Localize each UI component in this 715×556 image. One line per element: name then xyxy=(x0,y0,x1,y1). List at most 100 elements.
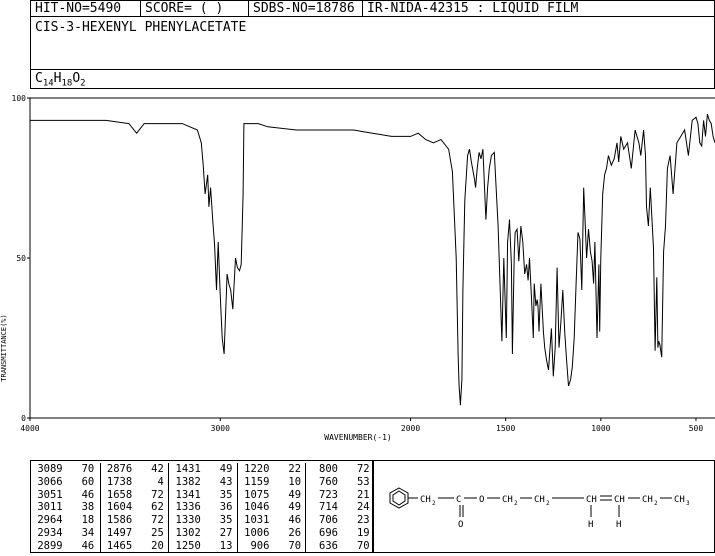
peak-transmittance: 49 xyxy=(269,488,302,501)
svg-text:2: 2 xyxy=(546,500,550,507)
peak-column: 1220 22 1159 10 1075 49 1046 49 1031 46 … xyxy=(236,463,306,552)
peak-transmittance: 34 xyxy=(62,526,95,539)
peak-wavenumber: 714 xyxy=(306,501,338,514)
peak-transmittance: 18 xyxy=(62,514,95,527)
peak-transmittance: 62 xyxy=(132,501,164,514)
peak-row: 1250 13 xyxy=(169,540,237,553)
peak-wavenumber: 2934 xyxy=(31,526,63,539)
peak-transmittance: 53 xyxy=(338,475,370,488)
peak-column: 800 72 760 53 723 21 714 24 706 23 696 1… xyxy=(305,463,374,552)
peak-wavenumber: 1465 xyxy=(100,539,133,552)
divider xyxy=(31,69,714,70)
peak-row: 1604 62 xyxy=(101,501,169,514)
peak-row: 1302 27 xyxy=(169,527,237,540)
peak-wavenumber: 3011 xyxy=(31,501,63,514)
ir-nida-label: IR-NIDA-42315 : LIQUID FILM xyxy=(362,0,715,17)
svg-text:2: 2 xyxy=(514,500,518,507)
ir-spectrum-chart: 0 50 100 4000 3000 2000 1500 1000 500 WAVENUMBE… xyxy=(0,94,715,442)
peak-wavenumber: 2964 xyxy=(31,514,63,527)
peak-wavenumber: 1302 xyxy=(169,526,201,539)
peak-transmittance: 22 xyxy=(269,463,302,475)
spectrum-line xyxy=(30,113,715,406)
peak-transmittance: 70 xyxy=(338,539,370,552)
svg-text:CH: CH xyxy=(674,495,685,505)
peak-transmittance: 36 xyxy=(200,501,233,514)
peak-wavenumber: 1497 xyxy=(100,526,133,539)
hit-number-label: HIT-NO=5490 xyxy=(30,0,141,17)
peak-transmittance: 38 xyxy=(62,501,95,514)
peak-row: 2964 18 xyxy=(31,514,99,527)
svg-text:CH: CH xyxy=(642,495,653,505)
peak-transmittance: 35 xyxy=(200,488,233,501)
peak-transmittance: 35 xyxy=(200,514,233,527)
peak-column: 1431 49 1382 43 1341 35 1336 36 1330 35 … xyxy=(168,463,237,552)
molecular-formula: C14H18O2 xyxy=(35,71,86,89)
ch2-label: CH xyxy=(420,495,431,505)
peak-wavenumber: 1250 xyxy=(169,539,201,552)
svg-text:2: 2 xyxy=(654,500,658,507)
formula-subscript: 18 xyxy=(61,78,73,89)
peak-transmittance: 49 xyxy=(200,463,233,475)
peak-wavenumber: 1046 xyxy=(237,501,270,514)
peak-transmittance: 42 xyxy=(132,463,164,475)
peak-transmittance: 21 xyxy=(338,488,370,501)
peak-row: 723 21 xyxy=(306,489,374,502)
peak-row: 636 70 xyxy=(306,540,374,553)
svg-text:CH: CH xyxy=(614,495,625,505)
peak-transmittance: 23 xyxy=(338,514,370,527)
peak-row: 706 23 xyxy=(306,514,374,527)
peak-wavenumber: 1159 xyxy=(237,475,270,488)
peak-row: 1046 49 xyxy=(238,501,306,514)
peak-wavenumber: 3066 xyxy=(31,475,63,488)
peak-row: 1031 46 xyxy=(238,514,306,527)
x-tick-label: 4000 xyxy=(20,424,39,433)
peak-transmittance: 20 xyxy=(132,539,164,552)
svg-text:CH: CH xyxy=(586,495,597,505)
peak-wavenumber: 636 xyxy=(306,539,338,552)
peak-wavenumber: 1336 xyxy=(169,501,201,514)
peak-wavenumber: 906 xyxy=(237,539,270,552)
peak-wavenumber: 1738 xyxy=(100,475,133,488)
formula-subscript: 2 xyxy=(80,78,86,89)
structure-box: CH 2 C O O CH 2 CH 2 CH CH H H CH 2 CH 3 xyxy=(373,460,715,553)
peak-row: 1586 72 xyxy=(101,514,169,527)
peak-wavenumber: 1586 xyxy=(100,514,133,527)
peak-table: 3089 70 3066 60 3051 46 3011 38 2964 18 … xyxy=(30,460,373,553)
peak-wavenumber: 1330 xyxy=(169,514,201,527)
peak-row: 800 72 xyxy=(306,463,374,476)
peak-row: 714 24 xyxy=(306,501,374,514)
peak-wavenumber: 760 xyxy=(306,475,338,488)
peak-wavenumber: 1658 xyxy=(100,488,133,501)
svg-text:H: H xyxy=(588,520,593,530)
peak-row: 1336 36 xyxy=(169,501,237,514)
peak-column: 2876 42 1738 4 1658 72 1604 62 1586 72 1… xyxy=(99,463,169,552)
peak-transmittance: 27 xyxy=(200,526,233,539)
peak-transmittance: 24 xyxy=(338,501,370,514)
peak-row: 1382 43 xyxy=(169,476,237,489)
y-tick-label: 50 xyxy=(16,254,26,263)
peak-row: 1220 22 xyxy=(238,463,306,476)
peak-row: 2934 34 xyxy=(31,527,99,540)
compound-name: CIS-3-HEXENYL PHENYLACETATE xyxy=(35,20,247,35)
peak-wavenumber: 1431 xyxy=(169,463,201,475)
svg-text:CH: CH xyxy=(534,495,545,505)
x-tick-label: 1500 xyxy=(496,424,515,433)
peak-transmittance: 46 xyxy=(62,488,95,501)
compound-info-box: CIS-3-HEXENYL PHENYLACETATE C14H18O2 xyxy=(30,16,715,89)
peak-row: 1431 49 xyxy=(169,463,237,476)
peak-transmittance: 72 xyxy=(132,514,164,527)
svg-text:3: 3 xyxy=(686,500,690,507)
peak-row: 3051 46 xyxy=(31,489,99,502)
ester-oxygen-label: O xyxy=(479,495,484,505)
score-label: SCORE= ( ) xyxy=(140,0,249,17)
formula-element: C xyxy=(35,71,43,86)
carbonyl-carbon-label: C xyxy=(456,495,461,505)
x-tick-label: 2000 xyxy=(401,424,420,433)
peak-wavenumber: 2899 xyxy=(31,539,63,552)
peak-wavenumber: 2876 xyxy=(100,463,133,475)
y-tick-label: 0 xyxy=(21,414,26,423)
formula-element: H xyxy=(53,71,62,86)
peak-row: 696 19 xyxy=(306,527,374,540)
peak-wavenumber: 1006 xyxy=(237,526,270,539)
peak-transmittance: 4 xyxy=(132,475,164,488)
